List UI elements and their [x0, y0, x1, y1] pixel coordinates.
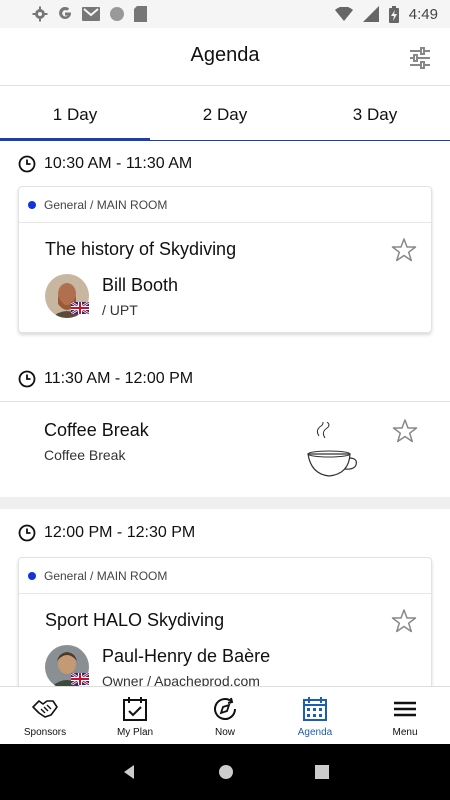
clock-icon [18, 155, 36, 173]
session-title: Sport HALO Skydiving [45, 610, 225, 630]
time-slot-header: 10:30 AM - 11:30 AM [0, 142, 450, 186]
room-dot [28, 571, 36, 580]
app-bar: Agenda [0, 28, 450, 86]
speaker-name: Paul-Henry de Baère [102, 645, 271, 666]
circle-icon [110, 7, 124, 21]
nav-agenda[interactable]: Agenda [270, 687, 360, 744]
nav-now[interactable]: Now [180, 687, 270, 744]
time-slot-header: 12:00 PM - 12:30 PM [0, 509, 450, 557]
signal-icon [362, 6, 379, 22]
uk-flag-icon [71, 302, 89, 314]
session-card[interactable]: General / MAIN ROOM Sport HALO Skydiving [18, 557, 432, 686]
session-title: The history of Skydiving [45, 239, 237, 259]
page-title: Agenda [190, 44, 260, 66]
clock-icon [18, 370, 36, 388]
session-card-wrapper: General / MAIN ROOM The history of Skydi… [0, 186, 450, 345]
menu-icon [394, 701, 416, 717]
session-room: General / MAIN ROOM [19, 558, 431, 594]
nav-my-plan[interactable]: My Plan [90, 687, 180, 744]
system-nav-bar [0, 744, 450, 800]
break-card[interactable]: Coffee Break Coffee Break [0, 401, 450, 497]
recents-icon[interactable] [315, 765, 330, 779]
status-time: 4:49 [408, 5, 438, 23]
wifi-icon [334, 7, 353, 21]
nav-label: Sponsors [23, 727, 67, 738]
sd-card-icon [134, 6, 147, 22]
time-slot-header: 11:30 AM - 12:00 PM [0, 345, 450, 401]
gmail-icon [82, 7, 100, 21]
gear-icon [32, 6, 48, 22]
calendar-grid-icon [303, 697, 327, 721]
tab-1-day[interactable]: 1 Day [0, 87, 150, 141]
day-tabs: 1 Day 2 Day 3 Day [0, 87, 450, 141]
room-label: General / MAIN ROOM [44, 568, 168, 583]
nav-label: My Plan [116, 727, 154, 738]
session-card-wrapper: General / MAIN ROOM Sport HALO Skydiving [0, 557, 450, 686]
nav-menu[interactable]: Menu [360, 687, 450, 744]
slot-time: 10:30 AM - 11:30 AM [44, 155, 193, 172]
speaker-org: / UPT [102, 301, 138, 318]
tune-icon[interactable] [408, 46, 432, 70]
coffee-cup-icon [307, 422, 357, 477]
clock-icon [18, 524, 36, 542]
status-right-icons: 4:49 [334, 5, 438, 23]
nav-label: Now [214, 727, 235, 738]
slot-time: 12:00 PM - 12:30 PM [44, 524, 196, 541]
speaker[interactable]: Bill Booth / UPT [45, 274, 405, 318]
home-icon[interactable] [218, 764, 234, 780]
speaker-org: Owner / Apacheprod.com [102, 672, 260, 687]
calendar-check-icon [123, 697, 147, 721]
tab-2-day[interactable]: 2 Day [150, 87, 300, 140]
speaker-name: Bill Booth [102, 274, 179, 295]
session-body: The history of Skydiving Bill Booth / UP… [19, 223, 431, 332]
nav-label: Menu [392, 727, 418, 738]
divider [0, 497, 450, 509]
room-label: General / MAIN ROOM [44, 197, 168, 212]
star-icon[interactable] [391, 608, 417, 634]
google-icon [59, 6, 72, 19]
status-left-icons [32, 6, 147, 22]
agenda-list[interactable]: 10:30 AM - 11:30 AM General / MAIN ROOM … [0, 142, 450, 686]
compass-icon [214, 697, 236, 720]
slot-time: 11:30 AM - 12:00 PM [44, 370, 194, 387]
nav-label: Agenda [297, 727, 333, 738]
room-dot [28, 200, 36, 209]
star-icon[interactable] [391, 237, 417, 263]
speaker-info: Paul-Henry de Baère Owner / Apacheprod.c… [102, 646, 270, 687]
bottom-nav: Sponsors My Plan Now Agenda Menu [0, 686, 450, 744]
uk-flag-icon [71, 673, 89, 685]
session-room: General / MAIN ROOM [19, 187, 431, 223]
tab-3-day[interactable]: 3 Day [300, 87, 450, 140]
nav-sponsors[interactable]: Sponsors [0, 687, 90, 744]
speaker[interactable]: Paul-Henry de Baère Owner / Apacheprod.c… [45, 645, 405, 686]
star-icon[interactable] [392, 418, 418, 444]
session-body: Sport HALO Skydiving Paul-Henry de Baère… [19, 594, 431, 686]
battery-charging-icon [388, 5, 399, 23]
session-card[interactable]: General / MAIN ROOM The history of Skydi… [18, 186, 432, 333]
status-bar: 4:49 [0, 0, 450, 28]
back-icon[interactable] [121, 764, 137, 780]
handshake-icon [32, 700, 58, 718]
speaker-info: Bill Booth / UPT [102, 275, 178, 318]
